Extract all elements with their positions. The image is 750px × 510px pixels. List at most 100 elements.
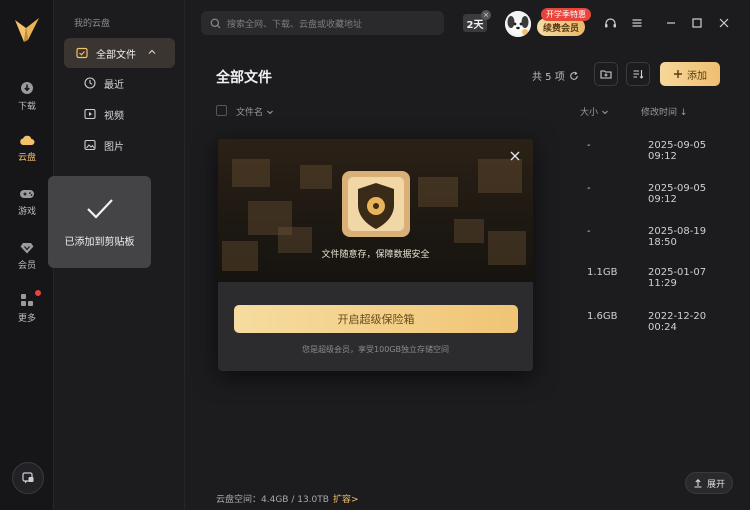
folder-icon [76, 47, 88, 59]
headset-icon [604, 17, 616, 27]
rail-label-more: 更多 [17, 313, 36, 324]
sidebar-item-label: 最近 [104, 79, 124, 91]
feedback-button[interactable] [12, 462, 44, 494]
promo-tag: 开学季特惠 [541, 8, 591, 21]
top-bar: 搜索全网、下载、云盘或收藏地址 2天 × 续费会员 开学季特惠 [185, 0, 750, 48]
diamond-icon [20, 242, 34, 253]
sort-button[interactable] [626, 62, 650, 86]
gamepad-icon [20, 189, 34, 198]
file-time: 2025-09-05 09:12 [648, 140, 707, 162]
chevron-down-icon [267, 110, 273, 114]
banner-caption: 文件随意存，保障数据安全 [321, 250, 430, 260]
rail-item-more[interactable]: 更多 [0, 285, 54, 331]
upload-icon [694, 479, 702, 488]
file-time: 2022-12-20 00:24 [648, 311, 707, 333]
item-count: 共 5 项 [532, 68, 579, 83]
rail-item-vip[interactable]: 会员 [0, 233, 54, 279]
rail-item-game[interactable]: 游戏 [0, 179, 54, 225]
page-title: 全部文件 [216, 70, 272, 86]
sidebar-item-video[interactable]: 视频 [64, 99, 175, 129]
feedback-icon [22, 472, 34, 484]
banner-tile [300, 165, 332, 189]
video-icon [84, 108, 96, 120]
rail-item-cloud[interactable]: 云盘 [0, 125, 54, 171]
modal-banner: 文件随意存，保障数据安全 [218, 139, 533, 282]
banner-tile [232, 159, 270, 187]
storage-info: 云盘空间：4.4GB / 13.0TB 扩容> [216, 492, 358, 505]
left-rail: 下载 云盘 游戏 会员 更多 [0, 0, 54, 510]
menu-icon [632, 19, 642, 27]
close-icon [719, 18, 729, 28]
file-time: 2025-09-05 09:12 [648, 183, 707, 205]
safe-box-modal: 文件随意存，保障数据安全 开启超级保险箱 您是超级会员，享受100GB独立存储空… [218, 139, 533, 371]
file-size: - [587, 140, 591, 151]
rail-label-vip: 会员 [17, 260, 36, 271]
chevron-down-icon [602, 110, 608, 114]
file-time: 2025-01-07 11:29 [648, 267, 707, 289]
file-size: - [587, 183, 591, 194]
grid-icon [21, 293, 33, 306]
file-time: 2025-08-19 18:50 [648, 226, 707, 248]
minimize-icon [667, 22, 675, 24]
expand-button[interactable]: 展开 [685, 472, 733, 494]
item-count-text: 共 5 项 [532, 72, 565, 83]
banner-tile [454, 219, 484, 243]
open-safe-box-button[interactable]: 开启超级保险箱 [234, 305, 518, 333]
banner-tile [418, 177, 458, 207]
sidebar-item-recent[interactable]: 最近 [64, 68, 175, 98]
sidebar-item-label: 图片 [104, 141, 124, 153]
close-icon[interactable] [508, 149, 522, 163]
refresh-icon[interactable] [569, 71, 579, 81]
toast-text: 已添加到剪贴板 [64, 236, 135, 248]
chevron-up-icon[interactable] [147, 47, 157, 57]
trial-badge-close[interactable]: × [481, 10, 491, 20]
image-icon [84, 139, 96, 151]
banner-tile [478, 159, 522, 193]
rail-label-download: 下载 [17, 101, 36, 112]
avatar-dog-image [505, 11, 531, 37]
modal-note: 您是超级会员，享受100GB独立存储空间 [302, 345, 449, 354]
minimize-button[interactable] [664, 16, 678, 30]
select-all-checkbox[interactable] [216, 105, 227, 116]
file-size: 1.6GB [587, 311, 618, 322]
notification-dot [34, 289, 42, 297]
sidebar-item-images[interactable]: 图片 [64, 130, 175, 160]
storage-text: 云盘空间：4.4GB / 13.0TB [216, 495, 329, 505]
column-modified-time[interactable]: 修改时间 ↓ [641, 105, 687, 118]
support-icon[interactable] [603, 16, 617, 30]
column-name-label: 文件名 [236, 108, 264, 118]
sort-icon [633, 70, 644, 79]
add-button-label: 添加 [687, 70, 707, 82]
new-folder-icon [600, 70, 612, 79]
app-logo[interactable] [11, 14, 43, 46]
sidebar-item-label: 全部文件 [96, 49, 136, 61]
clipboard-toast: 已添加到剪贴板 [48, 176, 151, 268]
column-size[interactable]: 大小 [580, 105, 609, 118]
maximize-icon [692, 18, 702, 28]
download-icon [21, 81, 33, 94]
new-folder-button[interactable] [594, 62, 618, 86]
cloud-icon [20, 135, 35, 145]
search-icon [210, 18, 221, 28]
sidebar-item-all-files[interactable]: 全部文件 [64, 38, 175, 68]
safe-box-icon [342, 171, 410, 237]
maximize-button[interactable] [690, 16, 704, 30]
search-placeholder: 搜索全网、下载、云盘或收藏地址 [227, 19, 363, 30]
plus-icon [674, 70, 682, 78]
rail-label-game: 游戏 [17, 206, 36, 217]
check-icon [86, 198, 113, 219]
sidebar-item-label: 视频 [104, 110, 124, 122]
clock-icon [84, 77, 96, 89]
rail-item-download[interactable]: 下载 [0, 73, 54, 119]
close-button[interactable] [717, 16, 731, 30]
search-input[interactable]: 搜索全网、下载、云盘或收藏地址 [201, 11, 444, 35]
add-button[interactable]: 添加 [660, 62, 720, 86]
expand-storage-link[interactable]: 扩容> [333, 495, 359, 505]
rail-label-cloud: 云盘 [17, 152, 36, 163]
expand-label: 展开 [706, 479, 725, 490]
file-size: - [587, 226, 591, 237]
file-size: 1.1GB [587, 267, 618, 278]
menu-button[interactable] [630, 16, 644, 30]
column-name[interactable]: 文件名 [236, 105, 274, 118]
avatar[interactable] [505, 11, 531, 37]
